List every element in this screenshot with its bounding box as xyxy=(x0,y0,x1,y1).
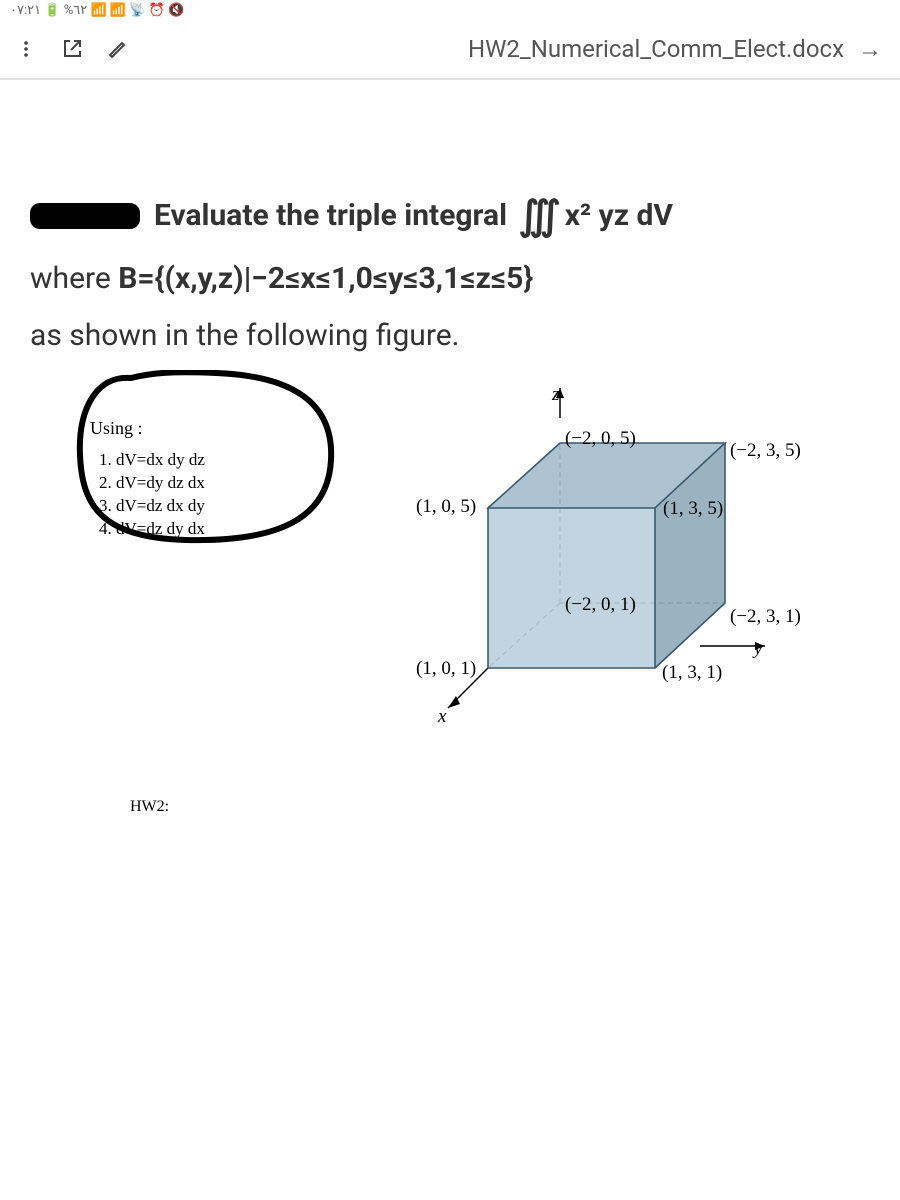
coord-label: (−2, 3, 1) xyxy=(730,606,801,628)
axis-y-label: y xyxy=(754,638,762,660)
hw2-label: HW2: xyxy=(130,798,870,816)
where-text: where xyxy=(30,261,118,296)
coord-label: (−2, 0, 5) xyxy=(565,428,636,450)
status-bar: ۰۷:۲۱ 🔋 %٦٢ 📶 📶 📡 ⏰ 🔇 xyxy=(0,0,900,20)
document-title: HW2_Numerical_Comm_Elect.docx xyxy=(468,35,844,63)
hand-drawn-circle-icon xyxy=(76,370,336,545)
coord-label: (−2, 3, 5) xyxy=(730,440,801,462)
document-content: Evaluate the triple integral ∭ x² yz dV … xyxy=(0,80,900,846)
using-box: Using : dV=dx dy dz dV=dy dz dx dV=dz dx… xyxy=(30,388,320,588)
app-bar: HW2_Numerical_Comm_Elect.docx → xyxy=(0,20,900,80)
edit-icon[interactable] xyxy=(104,35,132,63)
problem-line-2: where B={(x,y,z)|−2≤x≤1,0≤y≤3,1≤z≤5} xyxy=(30,256,870,301)
problem-line-3: as shown in the following figure. xyxy=(30,313,870,358)
forward-arrow-icon[interactable]: → xyxy=(858,35,882,64)
redacted-block xyxy=(30,203,140,229)
evaluate-text: Evaluate the triple integral xyxy=(154,195,507,237)
status-text: ۰۷:۲۱ 🔋 %٦٢ 📶 📶 📡 ⏰ 🔇 xyxy=(10,3,184,18)
coord-label: (1, 3, 1) xyxy=(662,662,722,684)
problem-line-1: Evaluate the triple integral ∭ x² yz dV xyxy=(30,188,870,244)
open-external-icon[interactable] xyxy=(58,35,86,63)
app-bar-actions xyxy=(12,35,132,63)
title-area: HW2_Numerical_Comm_Elect.docx → xyxy=(132,35,888,64)
coord-label: (1, 0, 1) xyxy=(416,658,476,680)
axis-z-label: z xyxy=(552,384,559,406)
triple-integral-symbol: ∭ xyxy=(518,188,560,244)
integral-expression: x² yz dV xyxy=(565,195,673,237)
coord-label: (1, 0, 5) xyxy=(416,496,476,518)
cube-figure: z x y (−2, 0, 5) (−2, 3, 5) (1, 0, 5) (1… xyxy=(330,388,870,728)
more-options-icon[interactable] xyxy=(12,35,40,63)
coord-label: (−2, 0, 1) xyxy=(565,594,636,616)
set-definition: B={(x,y,z)|−2≤x≤1,0≤y≤3,1≤z≤5} xyxy=(118,261,533,296)
figure-row: Using : dV=dx dy dz dV=dy dz dx dV=dz dx… xyxy=(30,388,870,728)
coord-label: (1, 3, 5) xyxy=(663,498,723,520)
axis-x-label: x xyxy=(438,706,446,728)
